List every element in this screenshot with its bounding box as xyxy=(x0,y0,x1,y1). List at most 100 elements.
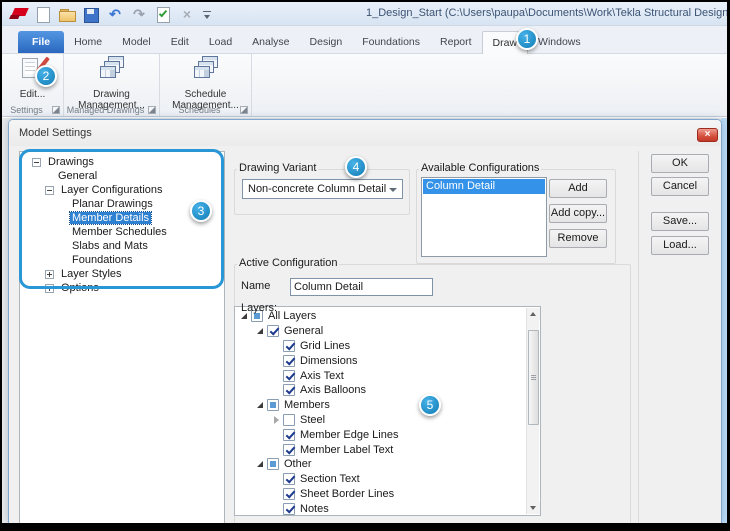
dialog-launcher-icon[interactable] xyxy=(148,106,156,114)
qat-customize-dropdown-icon[interactable] xyxy=(202,6,213,23)
delete-icon[interactable]: × xyxy=(178,6,196,23)
model-settings-dialog: Model Settings × Drawings General Layer … xyxy=(8,119,722,523)
tree-item-foundations[interactable]: Foundations xyxy=(20,253,224,267)
layer-row-steel[interactable]: Steel xyxy=(235,413,540,428)
checkbox-checked[interactable] xyxy=(283,473,295,486)
dialog-title: Model Settings xyxy=(19,127,92,139)
dialog-launcher-icon[interactable] xyxy=(52,106,60,114)
scroll-down-icon[interactable] xyxy=(527,502,540,514)
dialog-launcher-icon[interactable] xyxy=(240,106,248,114)
expand-icon[interactable] xyxy=(45,269,54,279)
layer-row-grid-lines[interactable]: Grid Lines xyxy=(235,339,540,354)
drawing-management-button[interactable]: Drawing Management... xyxy=(64,56,159,111)
remove-button[interactable]: Remove xyxy=(549,229,607,248)
redo-icon[interactable]: ↷ xyxy=(130,6,148,23)
checkbox-checked[interactable] xyxy=(283,339,295,352)
tree-item-layer-styles[interactable]: Layer Styles xyxy=(20,267,224,281)
callout-1: 1 xyxy=(516,28,538,50)
layer-row-all-layers[interactable]: All Layers xyxy=(235,309,540,324)
window-title: 1_Design_Start (C:\Users\paupa\Documents… xyxy=(366,7,727,19)
layer-row-member-label-text[interactable]: Member Label Text xyxy=(235,442,540,457)
checkbox-checked[interactable] xyxy=(283,502,295,515)
tab-file[interactable]: File xyxy=(18,31,65,53)
layer-row-other[interactable]: Other xyxy=(235,457,540,472)
quick-access-toolbar: ↶ ↷ × xyxy=(34,5,213,23)
drawing-variant-label: Drawing Variant xyxy=(237,162,319,174)
schedules-group-label: Schedules xyxy=(178,105,221,115)
expand-icon[interactable] xyxy=(45,283,54,293)
layer-row-axis-balloons[interactable]: Axis Balloons xyxy=(235,383,540,398)
scroll-up-icon[interactable] xyxy=(527,308,540,320)
layer-row-general[interactable]: General xyxy=(235,324,540,339)
tab-edit[interactable]: Edit xyxy=(161,31,199,53)
layer-row-dimensions[interactable]: Dimensions xyxy=(235,353,540,368)
collapsed-icon[interactable] xyxy=(272,415,280,424)
tab-home[interactable]: Home xyxy=(64,31,112,53)
open-folder-icon[interactable] xyxy=(58,6,76,23)
checkbox-partial[interactable] xyxy=(267,399,279,412)
tab-foundations[interactable]: Foundations xyxy=(352,31,430,53)
load-button[interactable]: Load... xyxy=(651,236,709,255)
collapse-icon[interactable] xyxy=(45,185,54,195)
layer-row-axis-text[interactable]: Axis Text xyxy=(235,368,540,383)
checkbox-checked[interactable] xyxy=(267,325,279,338)
tree-item-member-schedules[interactable]: Member Schedules xyxy=(20,225,224,239)
add-button[interactable]: Add xyxy=(549,179,607,198)
expanded-icon[interactable] xyxy=(256,460,264,468)
configurations-listbox[interactable]: Column Detail xyxy=(421,177,547,257)
green-check-icon xyxy=(158,8,168,17)
tree-item-drawings[interactable]: Drawings xyxy=(20,155,224,169)
layer-row-notes[interactable]: Notes xyxy=(235,501,540,515)
tab-analyse[interactable]: Analyse xyxy=(242,31,299,53)
checkbox-checked[interactable] xyxy=(283,384,295,397)
expanded-icon[interactable] xyxy=(256,327,264,335)
chevron-down-icon xyxy=(389,188,397,192)
expanded-icon[interactable] xyxy=(256,401,264,409)
schedule-management-button[interactable]: Schedule Management... xyxy=(160,56,251,111)
layer-row-member-edge-lines[interactable]: Member Edge Lines xyxy=(235,427,540,442)
drawing-variant-dropdown[interactable]: Non-concrete Column Detail xyxy=(242,179,403,199)
cancel-button[interactable]: Cancel xyxy=(651,177,709,196)
collapse-icon[interactable] xyxy=(32,157,41,167)
ribbon: Edit... Settings Drawing Management... M… xyxy=(2,54,727,117)
new-document-icon[interactable] xyxy=(34,6,52,23)
callout-4: 4 xyxy=(345,156,367,178)
tree-item-options[interactable]: Options xyxy=(20,281,224,295)
save-icon[interactable] xyxy=(82,6,100,23)
ok-button[interactable]: OK xyxy=(651,154,709,173)
list-item-column-detail[interactable]: Column Detail xyxy=(423,179,545,194)
tab-report[interactable]: Report xyxy=(430,31,482,53)
scrollbar-thumb[interactable] xyxy=(528,330,539,425)
checkbox-checked[interactable] xyxy=(283,443,295,456)
callout-3: 3 xyxy=(190,200,212,222)
tab-load[interactable]: Load xyxy=(199,31,242,53)
dialog-close-button[interactable]: × xyxy=(697,128,718,142)
tab-model[interactable]: Model xyxy=(112,31,161,53)
layer-row-members[interactable]: Members xyxy=(235,398,540,413)
checkbox-partial[interactable] xyxy=(267,458,279,471)
validate-icon[interactable] xyxy=(154,6,172,23)
checkbox-checked[interactable] xyxy=(283,369,295,382)
checkbox-checked[interactable] xyxy=(283,487,295,500)
layer-row-section-text[interactable]: Section Text xyxy=(235,472,540,487)
checkbox-checked[interactable] xyxy=(283,354,295,367)
scrollbar[interactable] xyxy=(526,308,540,514)
tree-item-general[interactable]: General xyxy=(20,169,224,183)
checkbox-checked[interactable] xyxy=(283,428,295,441)
tree-item-slabs-and-mats[interactable]: Slabs and Mats xyxy=(20,239,224,253)
ribbon-group-managed-drawings: Drawing Management... Managed Drawings xyxy=(64,54,160,116)
name-input[interactable] xyxy=(290,278,433,296)
undo-icon[interactable]: ↶ xyxy=(106,6,124,23)
add-copy-button[interactable]: Add copy... xyxy=(549,204,607,223)
tekla-logo-icon xyxy=(9,7,29,21)
drawing-variant-value: Non-concrete Column Detail xyxy=(248,183,387,195)
tree-item-layer-configurations[interactable]: Layer Configurations xyxy=(20,183,224,197)
save-button[interactable]: Save... xyxy=(651,212,709,231)
layers-tree: All Layers General Grid Lines Dimensions… xyxy=(234,306,541,516)
checkbox-unchecked[interactable] xyxy=(283,413,295,426)
tab-design[interactable]: Design xyxy=(300,31,353,53)
selected-tree-item: Member Details xyxy=(68,211,153,225)
available-configurations-label: Available Configurations xyxy=(419,162,542,174)
layer-row-sheet-border-lines[interactable]: Sheet Border Lines xyxy=(235,487,540,502)
ribbon-tab-bar: File Home Model Edit Load Analyse Design… xyxy=(2,26,727,54)
